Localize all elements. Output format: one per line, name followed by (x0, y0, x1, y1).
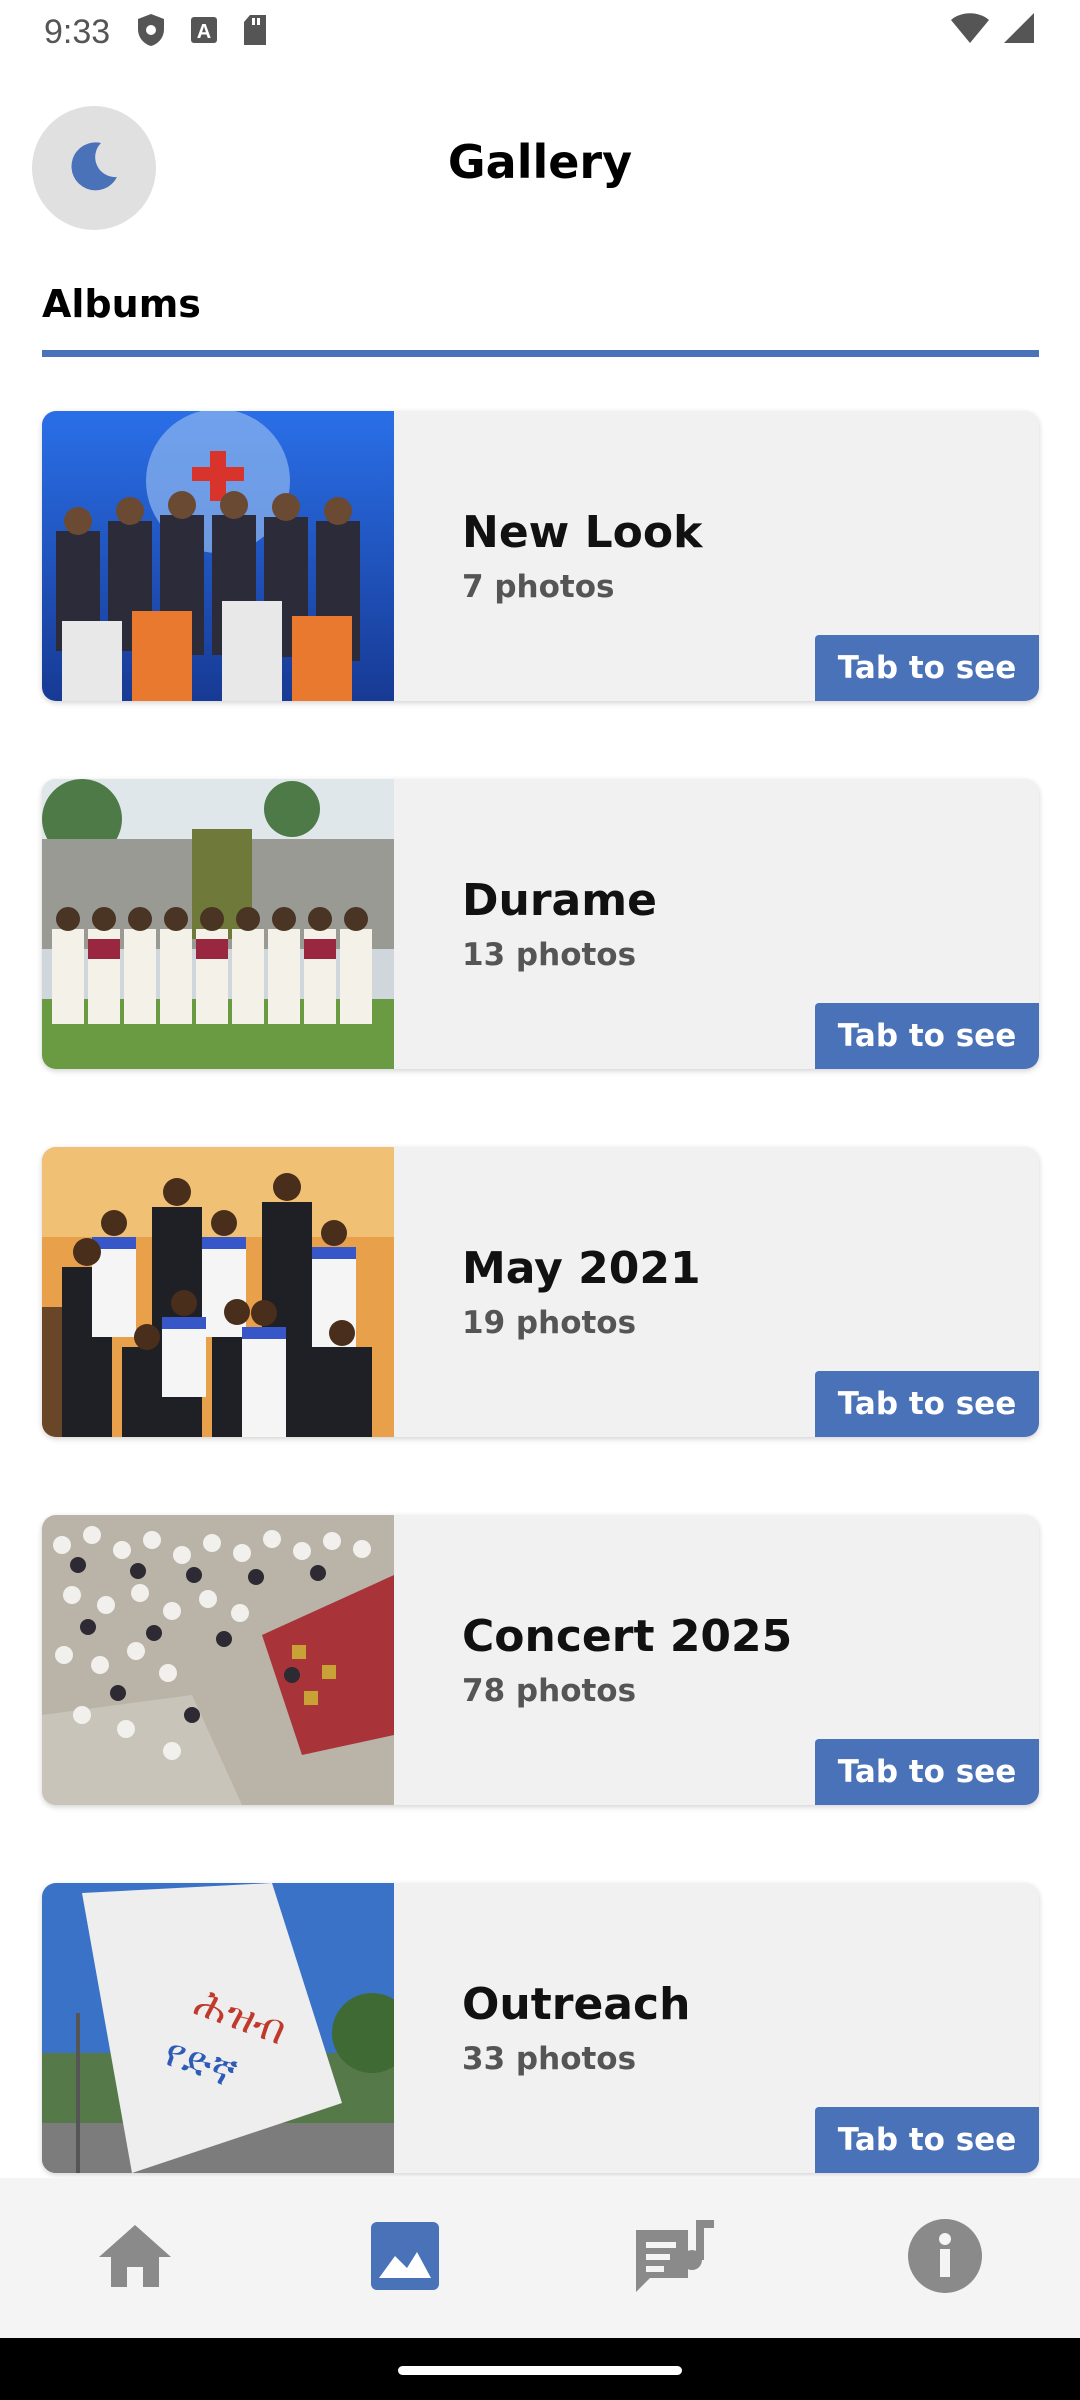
album-list: New Look 7 photos Tab to see Durame 13 p… (42, 411, 1039, 2251)
page-title: Gallery (447, 135, 633, 189)
album-thumbnail (42, 1147, 394, 1437)
home-icon (97, 2223, 173, 2293)
tab-underline (42, 350, 1039, 357)
wifi-icon (950, 12, 990, 48)
album-photo-count: 13 photos (462, 937, 637, 973)
album-photo-count: 19 photos (462, 1305, 637, 1341)
album-thumbnail: ሕዝብ የድኛ (42, 1883, 394, 2173)
tab-to-see-button[interactable]: Tab to see (815, 1739, 1039, 1805)
shield-icon (136, 13, 166, 51)
gallery-screen: 9:33 A Gallery Albums New Look 7 photos … (0, 0, 1080, 2400)
a-icon: A (190, 16, 218, 48)
tab-to-see-button[interactable]: Tab to see (815, 635, 1039, 701)
info-icon (906, 2217, 984, 2299)
album-photo-count: 78 photos (462, 1673, 637, 1709)
album-thumbnail (42, 779, 394, 1069)
bottom-navigation (0, 2178, 1080, 2338)
album-name: Concert 2025 (462, 1611, 793, 1662)
lyrics-icon (632, 2216, 718, 2300)
system-gesture-bar (0, 2338, 1080, 2400)
album-thumbnail (42, 1515, 394, 1805)
status-bar: 9:33 A (0, 0, 1080, 64)
home-gesture-handle[interactable] (398, 2366, 682, 2375)
album-name: Durame (462, 875, 657, 926)
tab-albums[interactable]: Albums (42, 282, 201, 326)
signal-icon (1002, 12, 1036, 48)
tab-to-see-button[interactable]: Tab to see (815, 1371, 1039, 1437)
status-time: 9:33 (44, 12, 111, 51)
sd-card-icon (242, 14, 268, 50)
nav-lyrics[interactable] (630, 2213, 720, 2303)
album-photo-count: 7 photos (462, 569, 615, 605)
album-name: May 2021 (462, 1243, 701, 1294)
album-card[interactable]: New Look 7 photos Tab to see (42, 411, 1039, 701)
tab-to-see-button[interactable]: Tab to see (815, 2107, 1039, 2173)
nav-home[interactable] (90, 2213, 180, 2303)
album-card[interactable]: ሕዝብ የድኛ Outreach 33 photos Tab to see (42, 1883, 1039, 2173)
album-card[interactable]: Concert 2025 78 photos Tab to see (42, 1515, 1039, 1805)
album-name: Outreach (462, 1979, 691, 2030)
album-card[interactable]: Durame 13 photos Tab to see (42, 779, 1039, 1069)
tab-to-see-button[interactable]: Tab to see (815, 1003, 1039, 1069)
album-card[interactable]: May 2021 19 photos Tab to see (42, 1147, 1039, 1437)
album-thumbnail (42, 411, 394, 701)
nav-info[interactable] (900, 2213, 990, 2303)
album-name: New Look (462, 507, 703, 558)
nav-gallery[interactable] (360, 2213, 450, 2303)
gallery-icon (369, 2220, 441, 2296)
album-photo-count: 33 photos (462, 2041, 637, 2077)
svg-text:A: A (197, 21, 211, 43)
